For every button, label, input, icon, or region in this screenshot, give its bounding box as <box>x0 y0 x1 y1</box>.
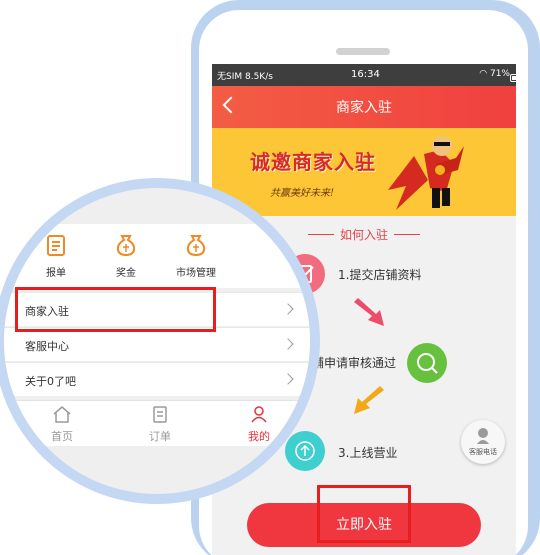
status-time: 16:34 <box>351 69 380 80</box>
clipboard-icon <box>47 235 65 256</box>
step-2-label: 铺申请审核通过 <box>312 356 397 370</box>
customer-service-call-button[interactable]: 客服电话 <box>461 420 505 464</box>
quick-action-label: 奖金 <box>116 268 136 279</box>
page-title: 商家入驻 <box>336 100 392 116</box>
phone-speaker <box>336 48 390 55</box>
tab-label: 订单 <box>149 430 171 443</box>
tab-label: 我的 <box>248 430 270 443</box>
highlight-box-merchant-join <box>15 287 216 332</box>
tab-mine[interactable]: 我的 <box>237 405 281 444</box>
quick-action-bonus[interactable]: 奖金 <box>96 234 156 279</box>
chevron-right-icon <box>282 373 294 385</box>
quick-action-label: 报单 <box>46 268 66 279</box>
arrow-down-left-icon <box>354 386 384 414</box>
money-bag-icon <box>186 235 206 257</box>
step-2-search-icon <box>407 343 447 383</box>
menu-item-about[interactable]: 关于0了吧 <box>4 362 310 396</box>
promo-banner: 诚邀商家入驻 共赢美好未来! <box>212 128 516 216</box>
quick-action-label: 市场管理 <box>176 268 216 279</box>
step-3-label: 3.上线营业 <box>338 446 398 460</box>
menu-item-label: 关于0了吧 <box>25 375 76 388</box>
wifi-icon: ◠ <box>479 69 488 79</box>
customer-service-call-label: 客服电话 <box>469 448 497 456</box>
banner-slogan: 共赢美好未来! <box>270 188 335 199</box>
menu-item-customer-service[interactable]: 客服中心 <box>4 327 310 361</box>
home-icon <box>53 406 71 423</box>
step-1-label: 1.提交店铺资料 <box>338 268 422 282</box>
tab-home[interactable]: 首页 <box>40 405 84 444</box>
money-bag-icon <box>116 235 136 257</box>
quick-action-report[interactable]: 报单 <box>26 234 86 279</box>
battery-percent: 71% <box>489 69 510 79</box>
tab-label: 首页 <box>51 430 73 443</box>
tab-orders[interactable]: 订单 <box>138 405 182 444</box>
chevron-right-icon <box>282 338 294 350</box>
status-bar: 无SIM 8.5K/s 16:34 ◠ 71% <box>212 64 516 86</box>
status-right: ◠ 71% <box>479 69 516 82</box>
menu-item-label: 客服中心 <box>25 340 69 353</box>
quick-actions-row: 报单 奖金 市场管理 <box>4 224 310 288</box>
superhero-illustration <box>388 136 464 210</box>
arrow-down-right-icon <box>354 298 384 326</box>
user-icon <box>251 406 267 423</box>
headset-icon <box>477 428 489 444</box>
battery-icon <box>510 74 516 82</box>
magnifier-view: 报单 奖金 市场管理 商家入驻 客服中心 关于0了吧 首页 订单 我的 <box>4 188 310 494</box>
header-bar: 商家入驻 <box>212 86 516 128</box>
status-carrier: 无SIM 8.5K/s <box>217 72 273 82</box>
banner-title: 诚邀商家入驻 <box>250 150 376 174</box>
quick-action-market[interactable]: 市场管理 <box>166 234 226 279</box>
bottom-tab-bar: 首页 订单 我的 <box>4 400 310 446</box>
chevron-right-icon <box>282 303 294 315</box>
highlight-box-apply-button <box>317 485 411 543</box>
orders-icon <box>153 406 167 423</box>
